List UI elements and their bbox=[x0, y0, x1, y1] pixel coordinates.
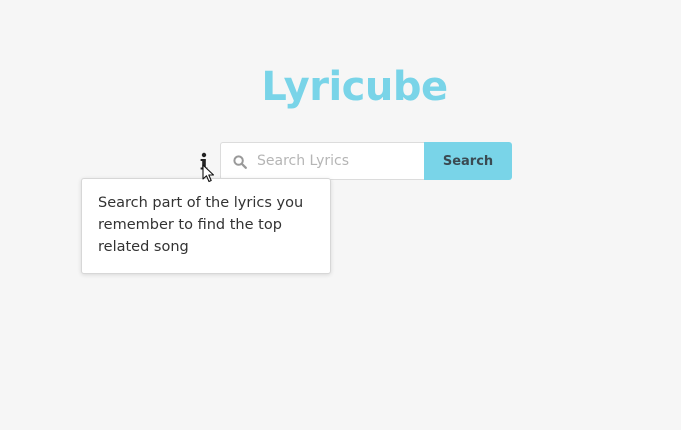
search-button[interactable]: Search bbox=[424, 142, 512, 180]
info-tooltip: Search part of the lyrics you remember t… bbox=[81, 178, 331, 274]
info-icon[interactable] bbox=[198, 152, 210, 172]
page: Lyricube Search Search part of the lyric… bbox=[0, 0, 681, 430]
app-logo-title: Lyricube bbox=[261, 64, 448, 110]
search-form: Search bbox=[220, 142, 512, 180]
search-icon bbox=[233, 154, 247, 169]
search-input[interactable] bbox=[257, 143, 417, 179]
search-field-wrapper bbox=[220, 142, 424, 180]
